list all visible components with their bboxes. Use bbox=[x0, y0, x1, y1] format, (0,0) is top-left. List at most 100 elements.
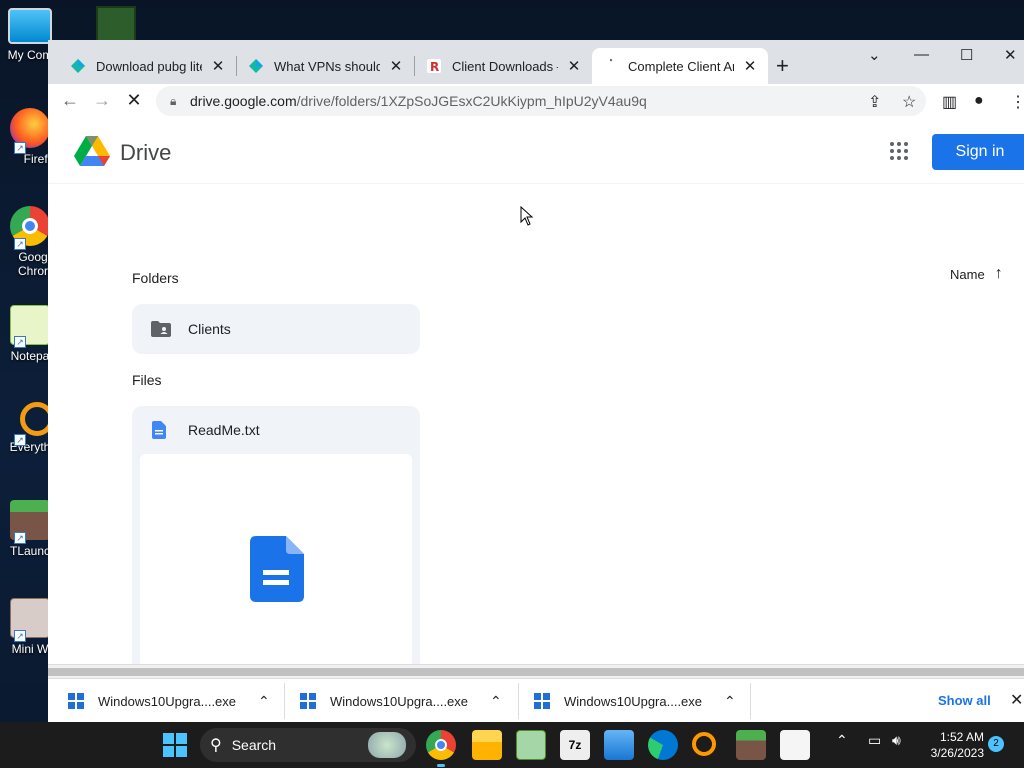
side-panel-icon[interactable]: ▥ bbox=[942, 92, 957, 112]
google-docs-icon bbox=[152, 421, 166, 439]
mini-world-taskbar-icon[interactable] bbox=[516, 730, 546, 760]
drive-page: Drive Sign in Folders Name ↑ Clients Fil… bbox=[48, 120, 1024, 664]
file-explorer-icon[interactable] bbox=[472, 730, 502, 760]
tab-vpns[interactable]: What VPNs should yo ✕ bbox=[238, 48, 414, 84]
download-filename: Windows10Upgra....exe bbox=[330, 693, 469, 709]
file-name: ReadMe.txt bbox=[188, 422, 260, 438]
stop-loading-icon[interactable]: ✕ bbox=[118, 90, 150, 111]
sign-in-button[interactable]: Sign in bbox=[932, 134, 1024, 170]
shared-folder-icon bbox=[151, 321, 171, 337]
java-icon[interactable] bbox=[780, 730, 810, 760]
download-filename: Windows10Upgra....exe bbox=[98, 693, 237, 709]
7zip-icon[interactable]: 7z bbox=[560, 730, 590, 760]
chevron-up-icon[interactable]: ⌃ bbox=[490, 693, 502, 710]
address-bar[interactable]: 🔒︎ drive.google.com/drive/folders/1XZpSo… bbox=[156, 86, 926, 116]
back-arrow-icon[interactable]: ← bbox=[54, 90, 86, 111]
horizontal-scrollbar[interactable] bbox=[48, 664, 1024, 678]
volume-icon[interactable]: 🔊︎ bbox=[892, 732, 901, 749]
windows-installer-icon bbox=[68, 693, 84, 709]
diamond-favicon-icon bbox=[71, 59, 85, 73]
tab-title: What VPNs should yo bbox=[274, 58, 380, 74]
clock-time: 1:52 AM bbox=[939, 730, 984, 744]
close-icon[interactable]: ✕ bbox=[388, 57, 404, 75]
chevron-up-icon[interactable]: ⌃ bbox=[258, 693, 270, 710]
tab-title: Complete Client Arch bbox=[628, 58, 734, 74]
shortcut-arrow-icon: ↗ bbox=[14, 532, 26, 544]
close-icon[interactable]: ✕ bbox=[566, 57, 582, 75]
windows-installer-icon bbox=[534, 693, 550, 709]
tab-download-pubg[interactable]: Download pubg lite ✕ bbox=[60, 48, 236, 84]
browser-window: Download pubg lite ✕ What VPNs should yo… bbox=[48, 40, 1024, 722]
download-separator bbox=[518, 683, 519, 719]
taskbar-search[interactable]: ⚲ Search bbox=[200, 728, 416, 762]
chevron-up-icon[interactable]: ⌃ bbox=[724, 693, 736, 710]
tlauncher-icon[interactable] bbox=[736, 730, 766, 760]
tab-complete-client-archive[interactable]: Complete Client Arch ✕ bbox=[592, 48, 768, 84]
edge-icon[interactable] bbox=[648, 730, 678, 760]
show-all-downloads-button[interactable]: Show all bbox=[938, 693, 991, 708]
svg-text:R: R bbox=[430, 60, 439, 74]
download-filename: Windows10Upgra....exe bbox=[564, 693, 703, 709]
folder-item[interactable]: Clients bbox=[132, 304, 420, 354]
drive-header: Drive Sign in bbox=[48, 120, 1024, 184]
lock-icon: 🔒︎ bbox=[170, 93, 177, 108]
url-host: drive.google.com bbox=[190, 93, 297, 109]
download-bar: Windows10Upgra....exe ⌃ Windows10Upgra..… bbox=[48, 678, 1024, 722]
diamond-favicon-icon bbox=[249, 59, 263, 73]
search-highlight-image bbox=[368, 732, 406, 758]
mail-icon[interactable] bbox=[604, 730, 634, 760]
shortcut-arrow-icon: ↗ bbox=[14, 142, 26, 154]
file-preview bbox=[140, 454, 412, 664]
minimize-icon[interactable]: — bbox=[914, 46, 929, 63]
sort-by-name[interactable]: Name ↑ bbox=[950, 265, 1003, 283]
download-item[interactable]: Windows10Upgra....exe ⌃ bbox=[300, 679, 502, 723]
shortcut-arrow-icon: ↗ bbox=[14, 238, 26, 250]
google-apps-grid-icon[interactable] bbox=[890, 142, 908, 160]
close-icon[interactable]: ✕ bbox=[742, 57, 758, 75]
active-app-indicator bbox=[437, 764, 445, 767]
share-icon[interactable]: ⇪ bbox=[868, 92, 881, 112]
chrome-taskbar-icon[interactable] bbox=[426, 730, 456, 760]
drive-brand: Drive bbox=[120, 140, 172, 165]
download-item[interactable]: Windows10Upgra....exe ⌃ bbox=[68, 679, 270, 723]
download-separator bbox=[750, 683, 751, 719]
mouse-cursor-icon bbox=[520, 206, 534, 226]
forward-arrow-icon[interactable]: → bbox=[86, 90, 118, 111]
taskbar: ⚲ Search 7z ⌃ ▭ 🔊︎ 1:52 AM 3/26/2023 2 bbox=[0, 722, 1024, 768]
loading-spinner-icon bbox=[609, 59, 613, 62]
close-icon[interactable]: ✕ bbox=[210, 57, 226, 75]
profile-icon[interactable]: ● bbox=[974, 92, 984, 110]
sort-label: Name bbox=[950, 266, 985, 282]
bookmark-star-icon[interactable]: ☆ bbox=[902, 92, 916, 112]
tab-search-chevron-icon[interactable]: ⌄ bbox=[868, 46, 881, 64]
more-menu-icon[interactable]: ⋮ bbox=[1010, 92, 1024, 112]
folders-heading: Folders bbox=[132, 270, 179, 286]
document-preview-icon bbox=[250, 536, 304, 602]
tab-client-downloads[interactable]: R Client Downloads — ✕ bbox=[416, 48, 592, 84]
windows-start-icon[interactable] bbox=[160, 730, 190, 760]
r-favicon-icon: R bbox=[427, 59, 441, 74]
system-clock[interactable]: 1:52 AM 3/26/2023 bbox=[918, 729, 984, 761]
arrow-up-icon[interactable]: ↑ bbox=[995, 265, 1003, 283]
google-drive-logo-icon bbox=[74, 136, 110, 166]
tab-title: Client Downloads — bbox=[452, 58, 558, 74]
notification-badge[interactable]: 2 bbox=[988, 736, 1004, 752]
window-close-icon[interactable]: ✕ bbox=[1004, 46, 1017, 64]
search-icon: ⚲ bbox=[210, 737, 222, 754]
shortcut-arrow-icon: ↗ bbox=[14, 336, 26, 348]
clock-date: 3/26/2023 bbox=[930, 746, 984, 760]
new-tab-button[interactable]: + bbox=[776, 54, 789, 78]
download-item[interactable]: Windows10Upgra....exe ⌃ bbox=[534, 679, 736, 723]
search-placeholder: Search bbox=[231, 737, 277, 753]
show-hidden-icons-chevron-icon[interactable]: ⌃ bbox=[836, 732, 848, 749]
network-icon[interactable]: ▭ bbox=[868, 732, 881, 749]
everything-search-icon[interactable] bbox=[692, 732, 716, 756]
close-download-bar-icon[interactable]: ✕ bbox=[1010, 690, 1023, 710]
maximize-icon[interactable]: ☐ bbox=[960, 46, 973, 64]
tab-title: Download pubg lite bbox=[96, 58, 202, 74]
tab-separator bbox=[414, 56, 415, 76]
scrollbar-thumb[interactable] bbox=[48, 668, 1024, 676]
file-item[interactable]: ReadMe.txt bbox=[132, 406, 420, 664]
monitor-icon bbox=[8, 8, 52, 44]
download-separator bbox=[284, 683, 285, 719]
